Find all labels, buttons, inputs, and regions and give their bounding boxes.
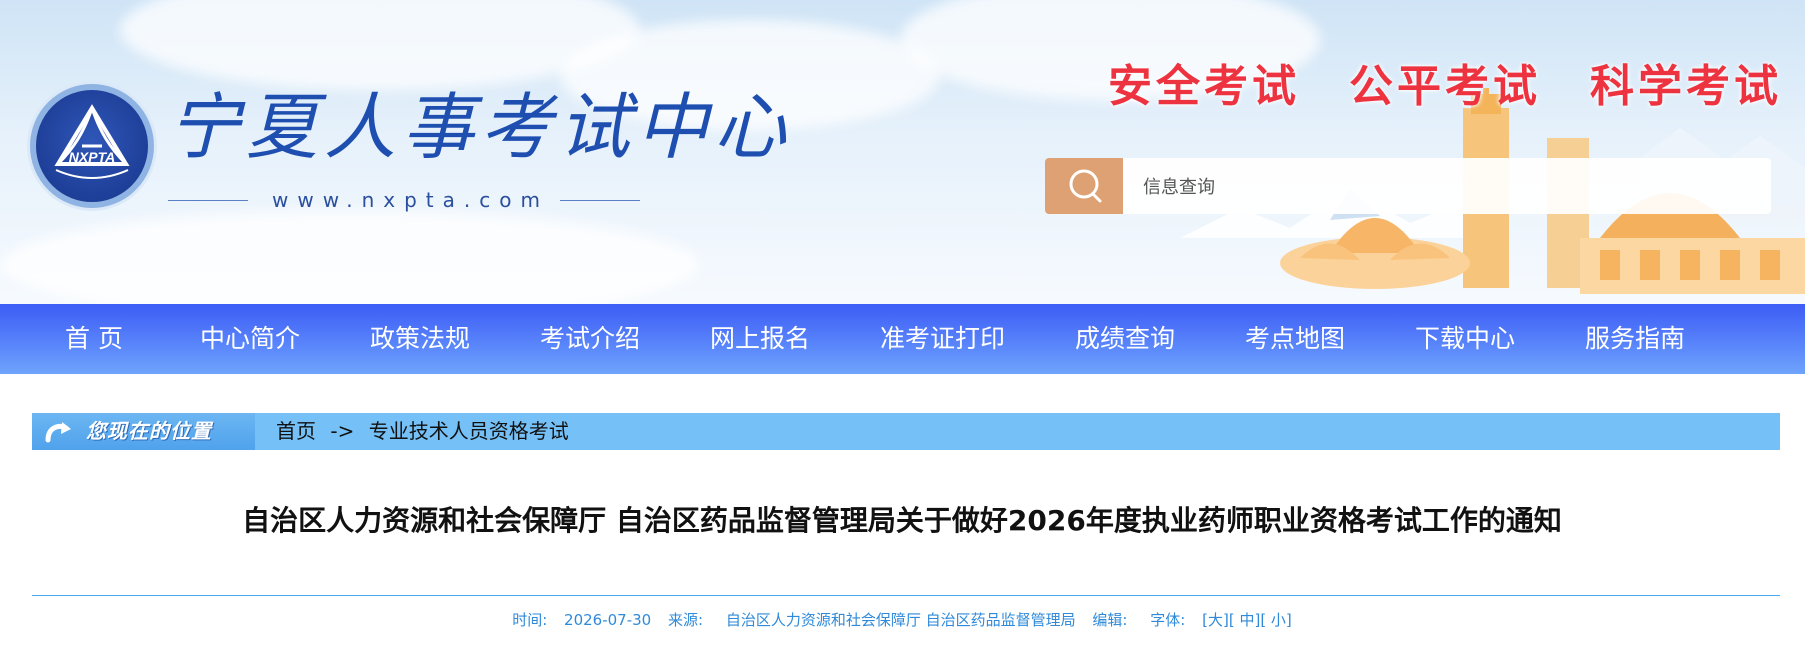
site-name: 宁夏人事考试中心 bbox=[168, 85, 793, 169]
meta-time: 2026-07-30 bbox=[564, 611, 652, 629]
site-logo[interactable]: NXPTA bbox=[30, 84, 154, 208]
nav-exam-intro[interactable]: 考试介绍 bbox=[540, 304, 640, 374]
site-url: www.nxpta.com bbox=[272, 188, 549, 212]
nav-home[interactable]: 首 页 bbox=[65, 304, 123, 374]
font-size-medium-link[interactable]: [ 中] bbox=[1229, 611, 1260, 629]
font-size-small-link[interactable]: [ 小] bbox=[1260, 611, 1291, 629]
search-icon bbox=[1069, 169, 1102, 203]
breadcrumb-path: 首页 -> 专业技术人员资格考试 bbox=[276, 413, 577, 450]
title-divider bbox=[32, 595, 1780, 596]
article-title: 自治区人力资源和社会保障厅 自治区药品监督管理局关于做好2026年度执业药师职业… bbox=[242, 504, 1562, 537]
search-input[interactable] bbox=[1123, 158, 1785, 216]
svg-text:NXPTA: NXPTA bbox=[69, 149, 115, 165]
divider-line bbox=[560, 200, 640, 201]
nav-service-guide[interactable]: 服务指南 bbox=[1585, 304, 1685, 374]
breadcrumb-label: 您现在的位置 bbox=[86, 419, 212, 443]
meta-source-label: 来源: bbox=[668, 611, 704, 629]
meta-editor-label: 编辑: bbox=[1092, 611, 1128, 629]
search-box bbox=[1045, 158, 1785, 216]
breadcrumb: 您现在的位置 首页 -> 专业技术人员资格考试 bbox=[32, 413, 1780, 450]
slogans: 安全考试 公平考试 科学考试 bbox=[1108, 50, 1788, 112]
article-meta: 时间: 2026-07-30 来源: 自治区人力资源和社会保障厅 自治区药品监督… bbox=[32, 609, 1772, 631]
font-size-large-link[interactable]: [大] bbox=[1202, 611, 1229, 629]
slogan-fairness: 公平考试 bbox=[1349, 61, 1541, 112]
site-url-row: www.nxpta.com bbox=[168, 186, 642, 216]
nav-test-site-map[interactable]: 考点地图 bbox=[1245, 304, 1345, 374]
breadcrumb-label-tag: 您现在的位置 bbox=[32, 413, 255, 450]
meta-source: 自治区人力资源和社会保障厅 自治区药品监督管理局 bbox=[725, 611, 1076, 629]
meta-font-label: 字体: bbox=[1150, 611, 1186, 629]
nav-admission-ticket[interactable]: 准考证打印 bbox=[880, 304, 1005, 374]
nav-downloads[interactable]: 下载中心 bbox=[1415, 304, 1515, 374]
logo-emblem-icon: NXPTA bbox=[54, 104, 130, 179]
breadcrumb-separator: -> bbox=[330, 419, 355, 443]
main-nav: 首 页 中心简介 政策法规 考试介绍 网上报名 准考证打印 成绩查询 考点地图 … bbox=[0, 304, 1805, 374]
site-header: NXPTA 宁夏人事考试中心 www.nxpta.com 安全考试 公平考试 科… bbox=[0, 0, 1805, 304]
breadcrumb-home-link[interactable]: 首页 bbox=[276, 419, 316, 443]
nav-policy[interactable]: 政策法规 bbox=[370, 304, 470, 374]
nav-score-query[interactable]: 成绩查询 bbox=[1075, 304, 1175, 374]
search-button[interactable] bbox=[1045, 158, 1123, 214]
meta-time-label: 时间: bbox=[512, 611, 548, 629]
slogan-safety: 安全考试 bbox=[1108, 61, 1300, 112]
breadcrumb-current[interactable]: 专业技术人员资格考试 bbox=[369, 419, 569, 443]
location-arrow-icon bbox=[45, 422, 71, 443]
cloud bbox=[0, 210, 700, 304]
nav-about[interactable]: 中心简介 bbox=[200, 304, 300, 374]
divider-line bbox=[168, 200, 248, 201]
slogan-science: 科学考试 bbox=[1590, 61, 1782, 112]
nav-online-registration[interactable]: 网上报名 bbox=[710, 304, 810, 374]
